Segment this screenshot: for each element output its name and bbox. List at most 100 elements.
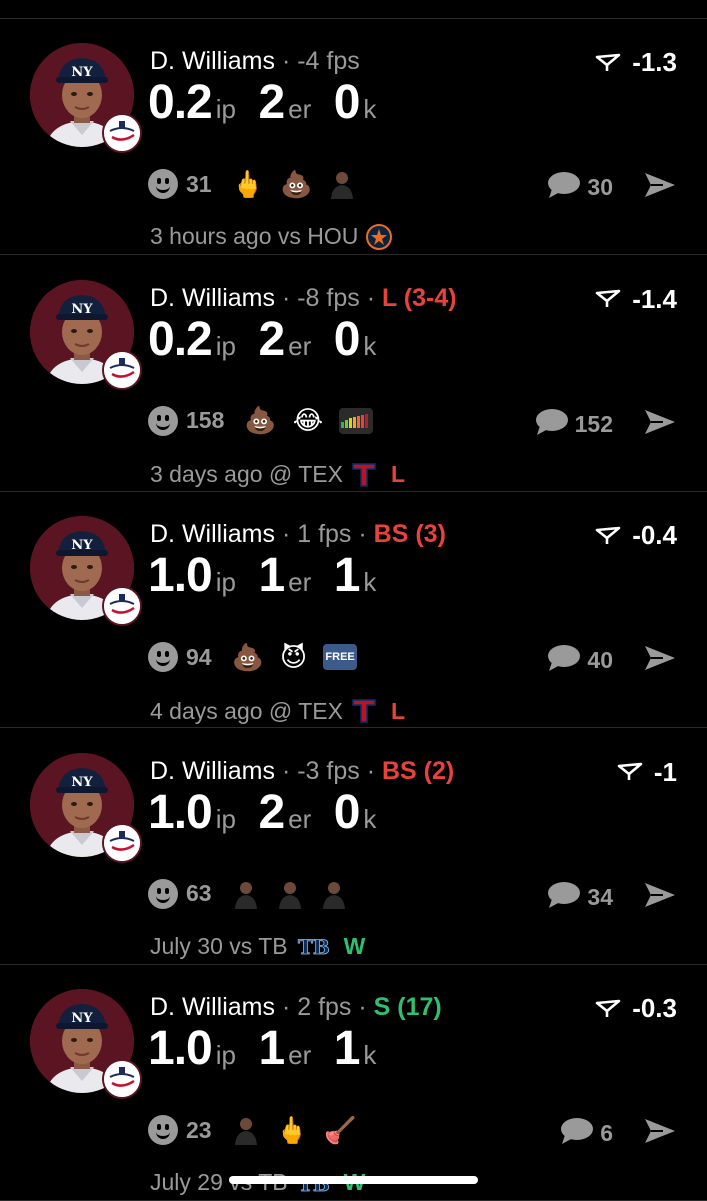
time-ago: July 30: [150, 932, 223, 959]
player-name[interactable]: D. Williams: [150, 284, 275, 312]
game-result: W: [343, 932, 366, 959]
ip-label: ip: [215, 94, 236, 124]
post-header: D. Williams · -3 fps · BS (2): [150, 757, 454, 786]
k-label: k: [363, 567, 377, 597]
ip-value: 0.2: [148, 76, 213, 129]
score-display[interactable]: -1: [617, 757, 677, 790]
middle-finger-emoji: 🖕: [275, 1114, 308, 1145]
yankees-logo: [102, 349, 142, 390]
comment-icon[interactable]: [560, 1117, 594, 1150]
feed-post[interactable]: NY D. Williams · 1 fps · BS (3) -0.4 1.0…: [0, 492, 707, 728]
reaction-count: 63: [186, 880, 212, 906]
score-value: -1.4: [632, 283, 677, 314]
game-info[interactable]: 3 days ago @ TEX L: [150, 460, 405, 490]
share-icon[interactable]: [643, 171, 677, 204]
comment-icon[interactable]: [547, 881, 581, 914]
feed-post[interactable]: NY D. Williams · -3 fps · BS (2) -1 1.0 …: [0, 729, 707, 965]
score-flag-icon: [617, 758, 643, 789]
reactions-bar: 94 💩 😈 FREE: [148, 640, 373, 674]
score-display[interactable]: -1.4: [595, 284, 677, 317]
post-header: D. Williams · -4 fps: [150, 47, 360, 76]
score-display[interactable]: -1.3: [595, 47, 677, 80]
k-value: 1: [333, 1022, 361, 1075]
fps-value: 2 fps: [297, 993, 352, 1021]
comments-area: 34: [547, 881, 677, 914]
svg-text:TB: TB: [298, 935, 330, 959]
er-label: er: [288, 94, 312, 124]
comment-icon[interactable]: [547, 644, 581, 677]
share-icon[interactable]: [643, 881, 677, 914]
poop-emoji: 💩: [231, 641, 264, 672]
game-result: L: [390, 697, 406, 724]
feed-post[interactable]: NY D. Williams · 2 fps · S (17) -0.3 1.0…: [0, 965, 707, 1201]
decision-badge: BS (2): [382, 756, 455, 785]
er-label: er: [288, 1040, 312, 1070]
ip-value: 0.2: [148, 312, 213, 366]
home-indicator[interactable]: [229, 1176, 478, 1184]
separator: ·: [358, 520, 367, 548]
comment-count: 6: [600, 1120, 613, 1146]
smiley-react-icon[interactable]: [148, 1115, 178, 1145]
fps-value: 1 fps: [297, 520, 352, 548]
k-label: k: [363, 1040, 377, 1070]
fps-value: -3 fps: [297, 756, 360, 785]
comments-area: 30: [547, 171, 677, 204]
comments-area: 6: [560, 1117, 677, 1150]
comment-icon[interactable]: [547, 171, 581, 204]
rangers-logo: [351, 460, 377, 490]
share-icon[interactable]: [643, 1117, 677, 1150]
smiley-react-icon[interactable]: [148, 878, 178, 909]
person-sticker: [276, 879, 304, 909]
score-display[interactable]: -0.3: [595, 993, 677, 1026]
player-name[interactable]: D. Williams: [150, 993, 275, 1021]
poop-emoji: 💩: [244, 405, 277, 435]
sticker-chip: [339, 407, 374, 434]
time-ago: July 29: [150, 1169, 223, 1195]
k-value: 0: [333, 76, 361, 129]
opponent: @ TEX: [268, 697, 343, 724]
score-value: -1: [653, 756, 677, 787]
share-icon[interactable]: [643, 644, 677, 677]
ip-label: ip: [215, 330, 236, 361]
smiley-react-icon[interactable]: [148, 405, 178, 436]
separator: ·: [366, 756, 376, 785]
score-value: -1.3: [632, 47, 677, 77]
poop-emoji: 💩: [279, 168, 313, 199]
pitching-line: 1.0 ip 2 er 0k: [148, 785, 394, 840]
comment-icon[interactable]: [535, 408, 569, 441]
player-name[interactable]: D. Williams: [150, 47, 275, 75]
reaction-count: 94: [186, 643, 212, 670]
separator: ·: [281, 47, 291, 75]
k-value: 1: [333, 549, 361, 602]
reactions-bar: 158 💩 😂: [148, 404, 389, 438]
decision-badge: BS (3): [373, 520, 446, 548]
er-label: er: [288, 330, 312, 361]
post-header: D. Williams · 1 fps · BS (3): [150, 520, 446, 549]
post-header: D. Williams · 2 fps · S (17): [150, 993, 442, 1022]
game-info[interactable]: July 30 vs TB TB W: [150, 933, 365, 960]
separator: ·: [281, 756, 291, 785]
share-icon[interactable]: [643, 408, 677, 441]
decision-badge: L (3-4): [382, 283, 457, 312]
person-sticker: [328, 169, 356, 199]
score-flag-icon: [595, 995, 621, 1026]
game-result: L: [390, 461, 406, 487]
k-value: 0: [333, 785, 361, 839]
ip-value: 1.0: [148, 549, 213, 602]
ip-label: ip: [215, 803, 236, 834]
pitching-line: 1.0 ip 1 er 1k: [148, 1021, 394, 1076]
game-info[interactable]: 4 days ago @ TEX L: [150, 696, 405, 726]
player-name[interactable]: D. Williams: [150, 757, 275, 785]
smiley-react-icon[interactable]: [148, 642, 178, 672]
player-name[interactable]: D. Williams: [150, 520, 275, 548]
time-ago: 3 days ago: [150, 461, 263, 487]
feed-post[interactable]: NY D. Williams · -4 fps -1.3 0.2 ip 2 er…: [0, 19, 707, 255]
rangers-logo: [351, 696, 377, 726]
feed-post[interactable]: NY D. Williams · -8 fps · L (3-4) -1.4 0…: [0, 256, 707, 492]
k-label: k: [363, 94, 377, 124]
game-info[interactable]: 3 hours ago vs HOU: [150, 223, 393, 250]
svg-text:NY: NY: [71, 538, 93, 553]
score-display[interactable]: -0.4: [595, 520, 677, 553]
score-value: -0.4: [632, 520, 677, 550]
smiley-react-icon[interactable]: [148, 169, 178, 199]
